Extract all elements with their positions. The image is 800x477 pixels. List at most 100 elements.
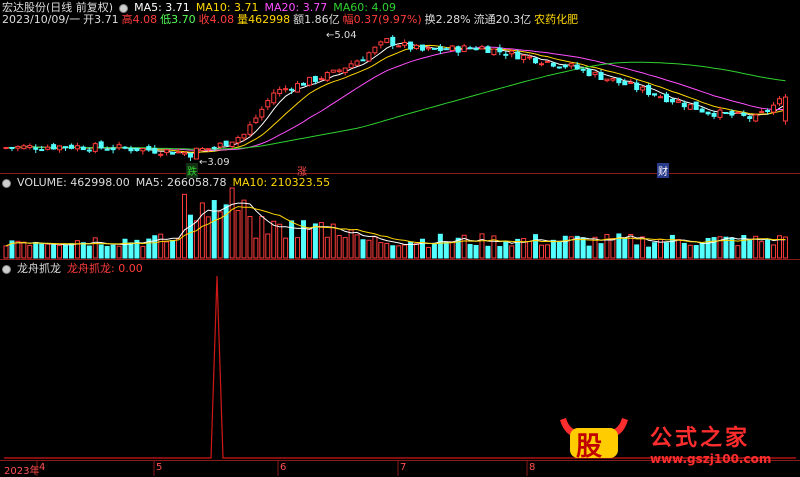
x-axis-label-apr: 4 — [39, 462, 46, 473]
volume-bar — [527, 240, 533, 259]
volume-bar — [348, 229, 354, 259]
volume-bar — [241, 199, 247, 259]
candle-body — [39, 149, 45, 152]
candle-body — [205, 148, 211, 151]
candle-body — [199, 148, 205, 151]
candle-body — [312, 76, 318, 82]
low-price: 3.09 — [207, 157, 230, 168]
candle-body — [384, 38, 390, 43]
candle-body — [765, 110, 771, 113]
candle-body — [580, 68, 586, 71]
candle-body — [777, 98, 782, 105]
volume-bar — [473, 244, 479, 259]
volume-bar — [247, 216, 253, 259]
volume-bar — [372, 236, 378, 259]
gear-icon[interactable] — [2, 264, 11, 274]
candle-body — [539, 63, 544, 66]
volume-bar — [759, 241, 765, 259]
candle-body — [503, 53, 509, 56]
candle-body — [63, 146, 68, 149]
candle-body — [51, 144, 57, 150]
candle-body — [509, 50, 515, 55]
watermark-logo: 股 — [556, 414, 632, 462]
candle-body — [289, 88, 295, 91]
candle-body — [669, 98, 675, 103]
volume-bar — [378, 242, 384, 259]
candle-body — [68, 144, 74, 149]
candle-body — [86, 149, 92, 152]
candle-body — [675, 100, 681, 103]
candle-body — [360, 59, 366, 62]
volume-bar — [509, 245, 515, 259]
candle-body — [372, 46, 378, 54]
volume-bar — [539, 244, 544, 259]
candle-body — [681, 102, 687, 108]
candle-body — [45, 146, 51, 150]
badge-finance[interactable]: 财 — [657, 163, 669, 178]
candle-body — [378, 41, 384, 46]
volume-bar — [289, 220, 295, 259]
candle-body — [414, 44, 420, 50]
volume-bar — [437, 233, 443, 259]
volume-bar — [110, 244, 116, 259]
volume-bar — [170, 239, 176, 259]
watermark-url[interactable]: www.gszj100.com — [650, 452, 771, 466]
candle-body — [473, 47, 479, 51]
volume-bar — [354, 234, 360, 259]
candle-body — [431, 47, 437, 50]
candle-body — [223, 140, 229, 147]
candle-body — [711, 112, 717, 117]
volume-bar — [211, 200, 217, 259]
volume-bar — [182, 193, 187, 259]
volume-bar — [640, 236, 646, 259]
candle-body — [21, 145, 27, 150]
x-axis-label-jul: 7 — [400, 462, 407, 473]
volume-bar — [622, 237, 628, 259]
candle-body — [277, 88, 283, 95]
candle-body — [616, 77, 622, 84]
candle-body — [324, 72, 330, 81]
candle-body — [687, 104, 693, 110]
x-axis-label-jun: 6 — [280, 462, 287, 473]
candle-body — [98, 141, 104, 149]
indicator-name[interactable]: 龙舟抓龙 — [17, 262, 61, 276]
candle-body — [330, 69, 336, 73]
x-axis-label-may: 5 — [156, 462, 163, 473]
candle-body — [646, 85, 652, 95]
candle-body — [176, 151, 182, 154]
candle-body — [211, 146, 217, 149]
x-axis-label-aug: 8 — [529, 462, 536, 473]
candle-body — [658, 96, 663, 99]
candle-body — [586, 69, 592, 77]
x-axis-label-year: 2023年 — [4, 466, 40, 477]
candle-body — [527, 56, 533, 59]
volume-bar — [681, 242, 687, 259]
volume-bar — [384, 242, 390, 259]
volume-bar — [425, 246, 431, 259]
candle-body — [663, 93, 669, 103]
volume-bar — [253, 237, 259, 259]
candle-body — [455, 46, 461, 53]
gear-icon[interactable] — [2, 178, 11, 188]
candle-body — [74, 145, 80, 150]
candle-body — [437, 46, 443, 52]
kline-chart[interactable] — [0, 0, 800, 476]
volume-bar — [312, 223, 318, 259]
volume-bar — [735, 245, 741, 259]
volume-bar — [199, 202, 205, 259]
volume-bar — [598, 243, 604, 259]
candle-body — [741, 112, 747, 116]
volume-bar — [693, 245, 699, 259]
candle-body — [753, 114, 759, 122]
volume-bar — [86, 245, 92, 259]
volume-bar — [396, 245, 402, 259]
indicator-series-label: 龙舟抓龙: 0.00 — [67, 262, 143, 275]
volume-bar — [164, 241, 170, 259]
candle-body — [467, 47, 473, 50]
candle-body — [568, 63, 574, 67]
volume-bar — [497, 246, 503, 259]
candle-body — [610, 78, 616, 81]
candle-body — [693, 101, 699, 110]
candle-body — [771, 104, 777, 113]
volume-bar — [342, 237, 348, 259]
